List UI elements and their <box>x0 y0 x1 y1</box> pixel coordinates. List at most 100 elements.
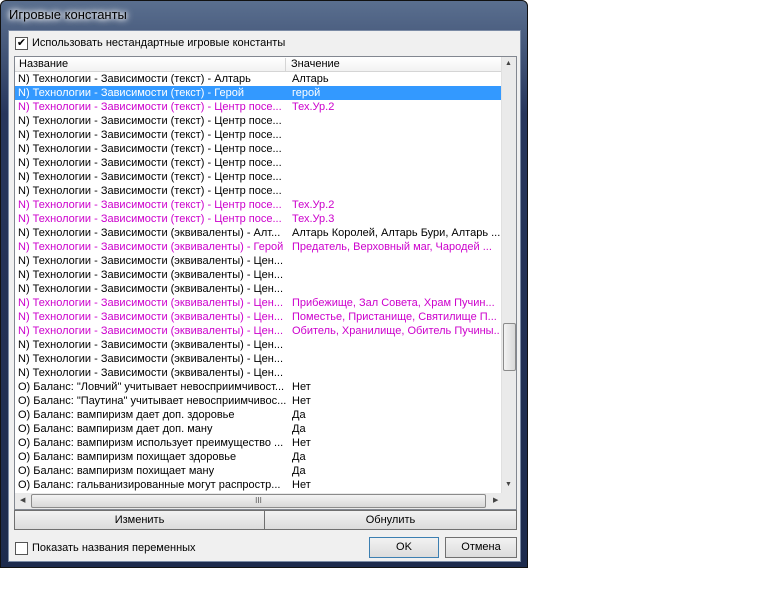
table-row[interactable]: N) Технологии - Зависимости (эквиваленты… <box>15 366 501 380</box>
cancel-button[interactable]: Отмена <box>445 537 517 558</box>
row-name: O) Баланс: вампиризм дает доп. здоровье <box>18 409 235 421</box>
row-name: O) Баланс: гальванизированные могут расп… <box>18 479 281 491</box>
dialog-client: ✔ Использовать нестандартные игровые кон… <box>8 30 521 562</box>
table-row[interactable]: N) Технологии - Зависимости (текст) - Це… <box>15 114 501 128</box>
row-value: Да <box>292 409 306 421</box>
scroll-left-icon[interactable]: ◀ <box>20 496 25 504</box>
row-value: Алтарь Королей, Алтарь Бури, Алтарь ... <box>292 227 500 239</box>
table-row[interactable]: N) Технологии - Зависимости (текст) - Це… <box>15 100 501 114</box>
reset-button[interactable]: Обнулить <box>264 510 517 530</box>
show-var-names-checkbox[interactable] <box>15 542 28 555</box>
row-value: Да <box>292 465 306 477</box>
row-name: N) Технологии - Зависимости (текст) - Це… <box>18 213 282 225</box>
row-name: O) Баланс: вампиризм дает доп. ману <box>18 423 213 435</box>
row-value: Алтарь <box>292 73 329 85</box>
constants-table: Название Значение N) Технологии - Зависи… <box>14 56 517 510</box>
row-name: N) Технологии - Зависимости (текст) - Це… <box>18 101 282 113</box>
table-row[interactable]: N) Технологии - Зависимости (эквиваленты… <box>15 268 501 282</box>
table-row[interactable]: O) Баланс: "Ловчий" учитывает невосприим… <box>15 380 501 394</box>
table-row[interactable]: N) Технологии - Зависимости (текст) - Це… <box>15 212 501 226</box>
row-name: N) Технологии - Зависимости (эквиваленты… <box>18 227 281 239</box>
vertical-scrollbar[interactable]: ▲ ▼ <box>501 57 516 493</box>
table-row[interactable]: N) Технологии - Зависимости (эквиваленты… <box>15 226 501 240</box>
row-value: герой <box>292 87 321 99</box>
row-name: N) Технологии - Зависимости (эквиваленты… <box>18 241 284 253</box>
table-row[interactable]: N) Технологии - Зависимости (эквиваленты… <box>15 338 501 352</box>
table-row[interactable]: O) Баланс: вампиризм дает доп. ману Да <box>15 422 501 436</box>
row-value: Поместье, Пристанище, Святилище П... <box>292 311 497 323</box>
use-custom-label: Использовать нестандартные игровые конст… <box>32 37 286 49</box>
row-name: N) Технологии - Зависимости (эквиваленты… <box>18 367 284 379</box>
dialog-window: Игровые константы ✔ Использовать нестанд… <box>0 0 528 568</box>
row-name: O) Баланс: вампиризм использует преимуще… <box>18 437 284 449</box>
table-row[interactable]: N) Технологии - Зависимости (текст) - Це… <box>15 184 501 198</box>
row-value: Да <box>292 451 306 463</box>
scroll-up-icon[interactable]: ▲ <box>505 60 512 67</box>
row-name: N) Технологии - Зависимости (эквиваленты… <box>18 339 284 351</box>
column-header-value[interactable]: Значение <box>287 58 501 71</box>
table-row[interactable]: N) Технологии - Зависимости (текст) - Це… <box>15 170 501 184</box>
row-value: Да <box>292 423 306 435</box>
table-row[interactable]: N) Технологии - Зависимости (текст) - Ал… <box>15 72 501 86</box>
row-name: N) Технологии - Зависимости (текст) - Це… <box>18 199 282 211</box>
row-name: O) Баланс: вампиризм похищает ману <box>18 465 215 477</box>
column-header-name[interactable]: Название <box>15 58 286 71</box>
row-name: N) Технологии - Зависимости (текст) - Це… <box>18 185 282 197</box>
table-row[interactable]: O) Баланс: вампиризм использует преимуще… <box>15 436 501 450</box>
table-row[interactable]: O) Баланс: гальванизированные могут расп… <box>15 478 501 492</box>
row-value: Предатель, Верховный маг, Чародей ... <box>292 241 492 253</box>
table-row[interactable]: O) Баланс: вампиризм похищает ману Да <box>15 464 501 478</box>
row-name: N) Технологии - Зависимости (текст) - Це… <box>18 129 282 141</box>
table-row[interactable]: N) Технологии - Зависимости (текст) - Це… <box>15 128 501 142</box>
row-name: O) Баланс: "Паутина" учитывает невосприи… <box>18 395 286 407</box>
row-value: Тех.Ур.2 <box>292 199 335 211</box>
row-name: N) Технологии - Зависимости (эквиваленты… <box>18 297 284 309</box>
scroll-right-icon[interactable]: ▶ <box>493 496 498 504</box>
show-var-names-label: Показать названия переменных <box>32 542 196 554</box>
table-row[interactable]: N) Технологии - Зависимости (текст) - Це… <box>15 142 501 156</box>
horizontal-scrollbar[interactable]: ◀ III ▶ <box>15 493 516 509</box>
table-row[interactable]: N) Технологии - Зависимости (эквиваленты… <box>15 240 501 254</box>
row-name: O) Баланс: "Ловчий" учитывает невосприим… <box>18 381 285 393</box>
table-row[interactable]: N) Технологии - Зависимости (эквиваленты… <box>15 296 501 310</box>
vertical-scroll-thumb[interactable] <box>503 323 516 371</box>
row-name: N) Технологии - Зависимости (текст) - Це… <box>18 115 282 127</box>
table-row[interactable]: O) Баланс: вампиризм похищает здоровье Да <box>15 450 501 464</box>
edit-button[interactable]: Изменить <box>14 510 265 530</box>
table-row[interactable]: N) Технологии - Зависимости (эквиваленты… <box>15 310 501 324</box>
table-header: Название Значение <box>15 57 501 72</box>
row-name: N) Технологии - Зависимости (эквиваленты… <box>18 311 284 323</box>
row-name: N) Технологии - Зависимости (эквиваленты… <box>18 255 284 267</box>
row-name: N) Технологии - Зависимости (эквиваленты… <box>18 325 284 337</box>
row-name: N) Технологии - Зависимости (эквиваленты… <box>18 269 284 281</box>
row-name: O) Баланс: вампиризм похищает здоровье <box>18 451 237 463</box>
table-body: N) Технологии - Зависимости (текст) - Ал… <box>15 72 501 492</box>
horizontal-scroll-thumb[interactable]: III <box>31 494 486 508</box>
row-value: Обитель, Хранилище, Обитель Пучины... <box>292 325 500 337</box>
row-name: N) Технологии - Зависимости (текст) - Це… <box>18 143 282 155</box>
row-value: Тех.Ур.3 <box>292 213 335 225</box>
row-name: N) Технологии - Зависимости (текст) - Ге… <box>18 87 244 99</box>
table-row[interactable]: N) Технологии - Зависимости (текст) - Це… <box>15 156 501 170</box>
table-row[interactable]: N) Технологии - Зависимости (текст) - Це… <box>15 198 501 212</box>
row-value: Нет <box>292 381 311 393</box>
table-row[interactable]: O) Баланс: "Паутина" учитывает невосприи… <box>15 394 501 408</box>
row-name: N) Технологии - Зависимости (текст) - Це… <box>18 171 282 183</box>
table-row[interactable]: N) Технологии - Зависимости (эквиваленты… <box>15 254 501 268</box>
row-name: N) Технологии - Зависимости (текст) - Це… <box>18 157 282 169</box>
table-row[interactable]: N) Технологии - Зависимости (текст) - Ге… <box>15 86 501 100</box>
row-value: Нет <box>292 437 311 449</box>
row-value: Нет <box>292 395 311 407</box>
table-row[interactable]: N) Технологии - Зависимости (эквиваленты… <box>15 324 501 338</box>
table-row[interactable]: N) Технологии - Зависимости (эквиваленты… <box>15 352 501 366</box>
ok-button[interactable]: OK <box>369 537 439 558</box>
table-row[interactable]: N) Технологии - Зависимости (эквиваленты… <box>15 282 501 296</box>
window-title: Игровые константы <box>9 7 127 22</box>
use-custom-checkbox[interactable]: ✔ <box>15 37 28 50</box>
row-value: Тех.Ур.2 <box>292 101 335 113</box>
row-name: N) Технологии - Зависимости (эквиваленты… <box>18 283 284 295</box>
scroll-down-icon[interactable]: ▼ <box>505 481 512 488</box>
row-value: Прибежище, Зал Совета, Храм Пучин... <box>292 297 495 309</box>
table-row[interactable]: O) Баланс: вампиризм дает доп. здоровье Д… <box>15 408 501 422</box>
row-value: Нет <box>292 479 311 491</box>
